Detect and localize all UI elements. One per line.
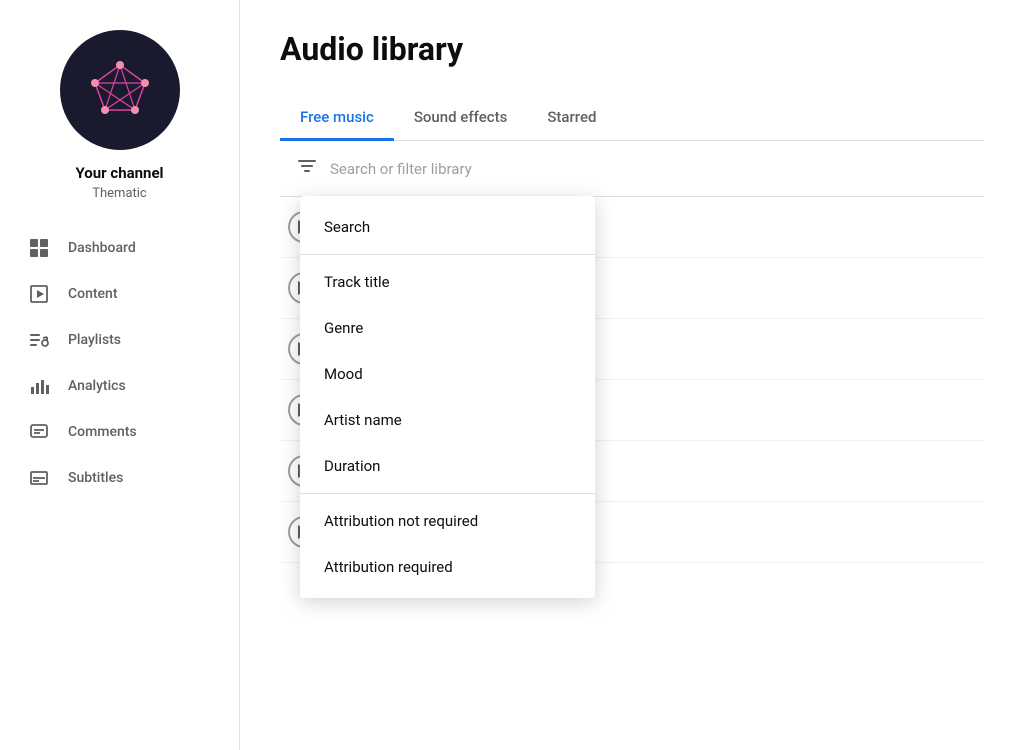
search-bar[interactable]: Search or filter library <box>280 141 984 197</box>
sidebar-item-comments-label: Comments <box>68 424 137 440</box>
dropdown-item-genre[interactable]: Genre <box>300 305 595 351</box>
sidebar-item-playlists-label: Playlists <box>68 332 121 348</box>
sidebar: Your channel Thematic Dashboard <box>0 0 240 750</box>
analytics-icon <box>28 375 50 397</box>
channel-name: Your channel <box>75 164 163 182</box>
dropdown-item-attribution-not-required[interactable]: Attribution not required <box>300 498 595 544</box>
tab-free-music[interactable]: Free music <box>280 96 394 141</box>
tabs: Free music Sound effects Starred <box>280 96 984 141</box>
dropdown-item-search[interactable]: Search <box>300 204 595 250</box>
sidebar-item-dashboard-label: Dashboard <box>68 240 136 256</box>
dropdown-item-artist-name[interactable]: Artist name <box>300 397 595 443</box>
search-placeholder-text: Search or filter library <box>330 160 472 178</box>
sidebar-item-playlists[interactable]: Playlists <box>0 317 239 363</box>
subtitles-icon <box>28 467 50 489</box>
channel-avatar <box>60 30 180 150</box>
dropdown-divider <box>300 493 595 494</box>
sidebar-item-subtitles-label: Subtitles <box>68 470 123 486</box>
playlists-icon <box>28 329 50 351</box>
dropdown-item-track-title[interactable]: Track title <box>300 259 595 305</box>
sidebar-item-comments[interactable]: Comments <box>0 409 239 455</box>
filter-dropdown: Search Track title Genre Mood Artist nam… <box>300 196 595 598</box>
channel-subtitle: Thematic <box>92 186 147 201</box>
comments-icon <box>28 421 50 443</box>
dropdown-item-mood[interactable]: Mood <box>300 351 595 397</box>
sidebar-item-subtitles[interactable]: Subtitles <box>0 455 239 501</box>
sidebar-item-content[interactable]: Content <box>0 271 239 317</box>
main-content: Audio library Free music Sound effects S… <box>240 0 1024 750</box>
filter-icon <box>296 155 318 182</box>
tab-starred[interactable]: Starred <box>527 96 616 141</box>
dropdown-item-duration[interactable]: Duration <box>300 443 595 489</box>
dropdown-item-attribution-required[interactable]: Attribution required <box>300 544 595 590</box>
sidebar-item-content-label: Content <box>68 286 118 302</box>
content-icon <box>28 283 50 305</box>
sidebar-item-analytics-label: Analytics <box>68 378 126 394</box>
nav-list: Dashboard Content <box>0 225 239 501</box>
sidebar-item-dashboard[interactable]: Dashboard <box>0 225 239 271</box>
sidebar-item-analytics[interactable]: Analytics <box>0 363 239 409</box>
page-title: Audio library <box>280 30 984 68</box>
dropdown-divider <box>300 254 595 255</box>
dashboard-icon <box>28 237 50 259</box>
tab-sound-effects[interactable]: Sound effects <box>394 96 528 141</box>
